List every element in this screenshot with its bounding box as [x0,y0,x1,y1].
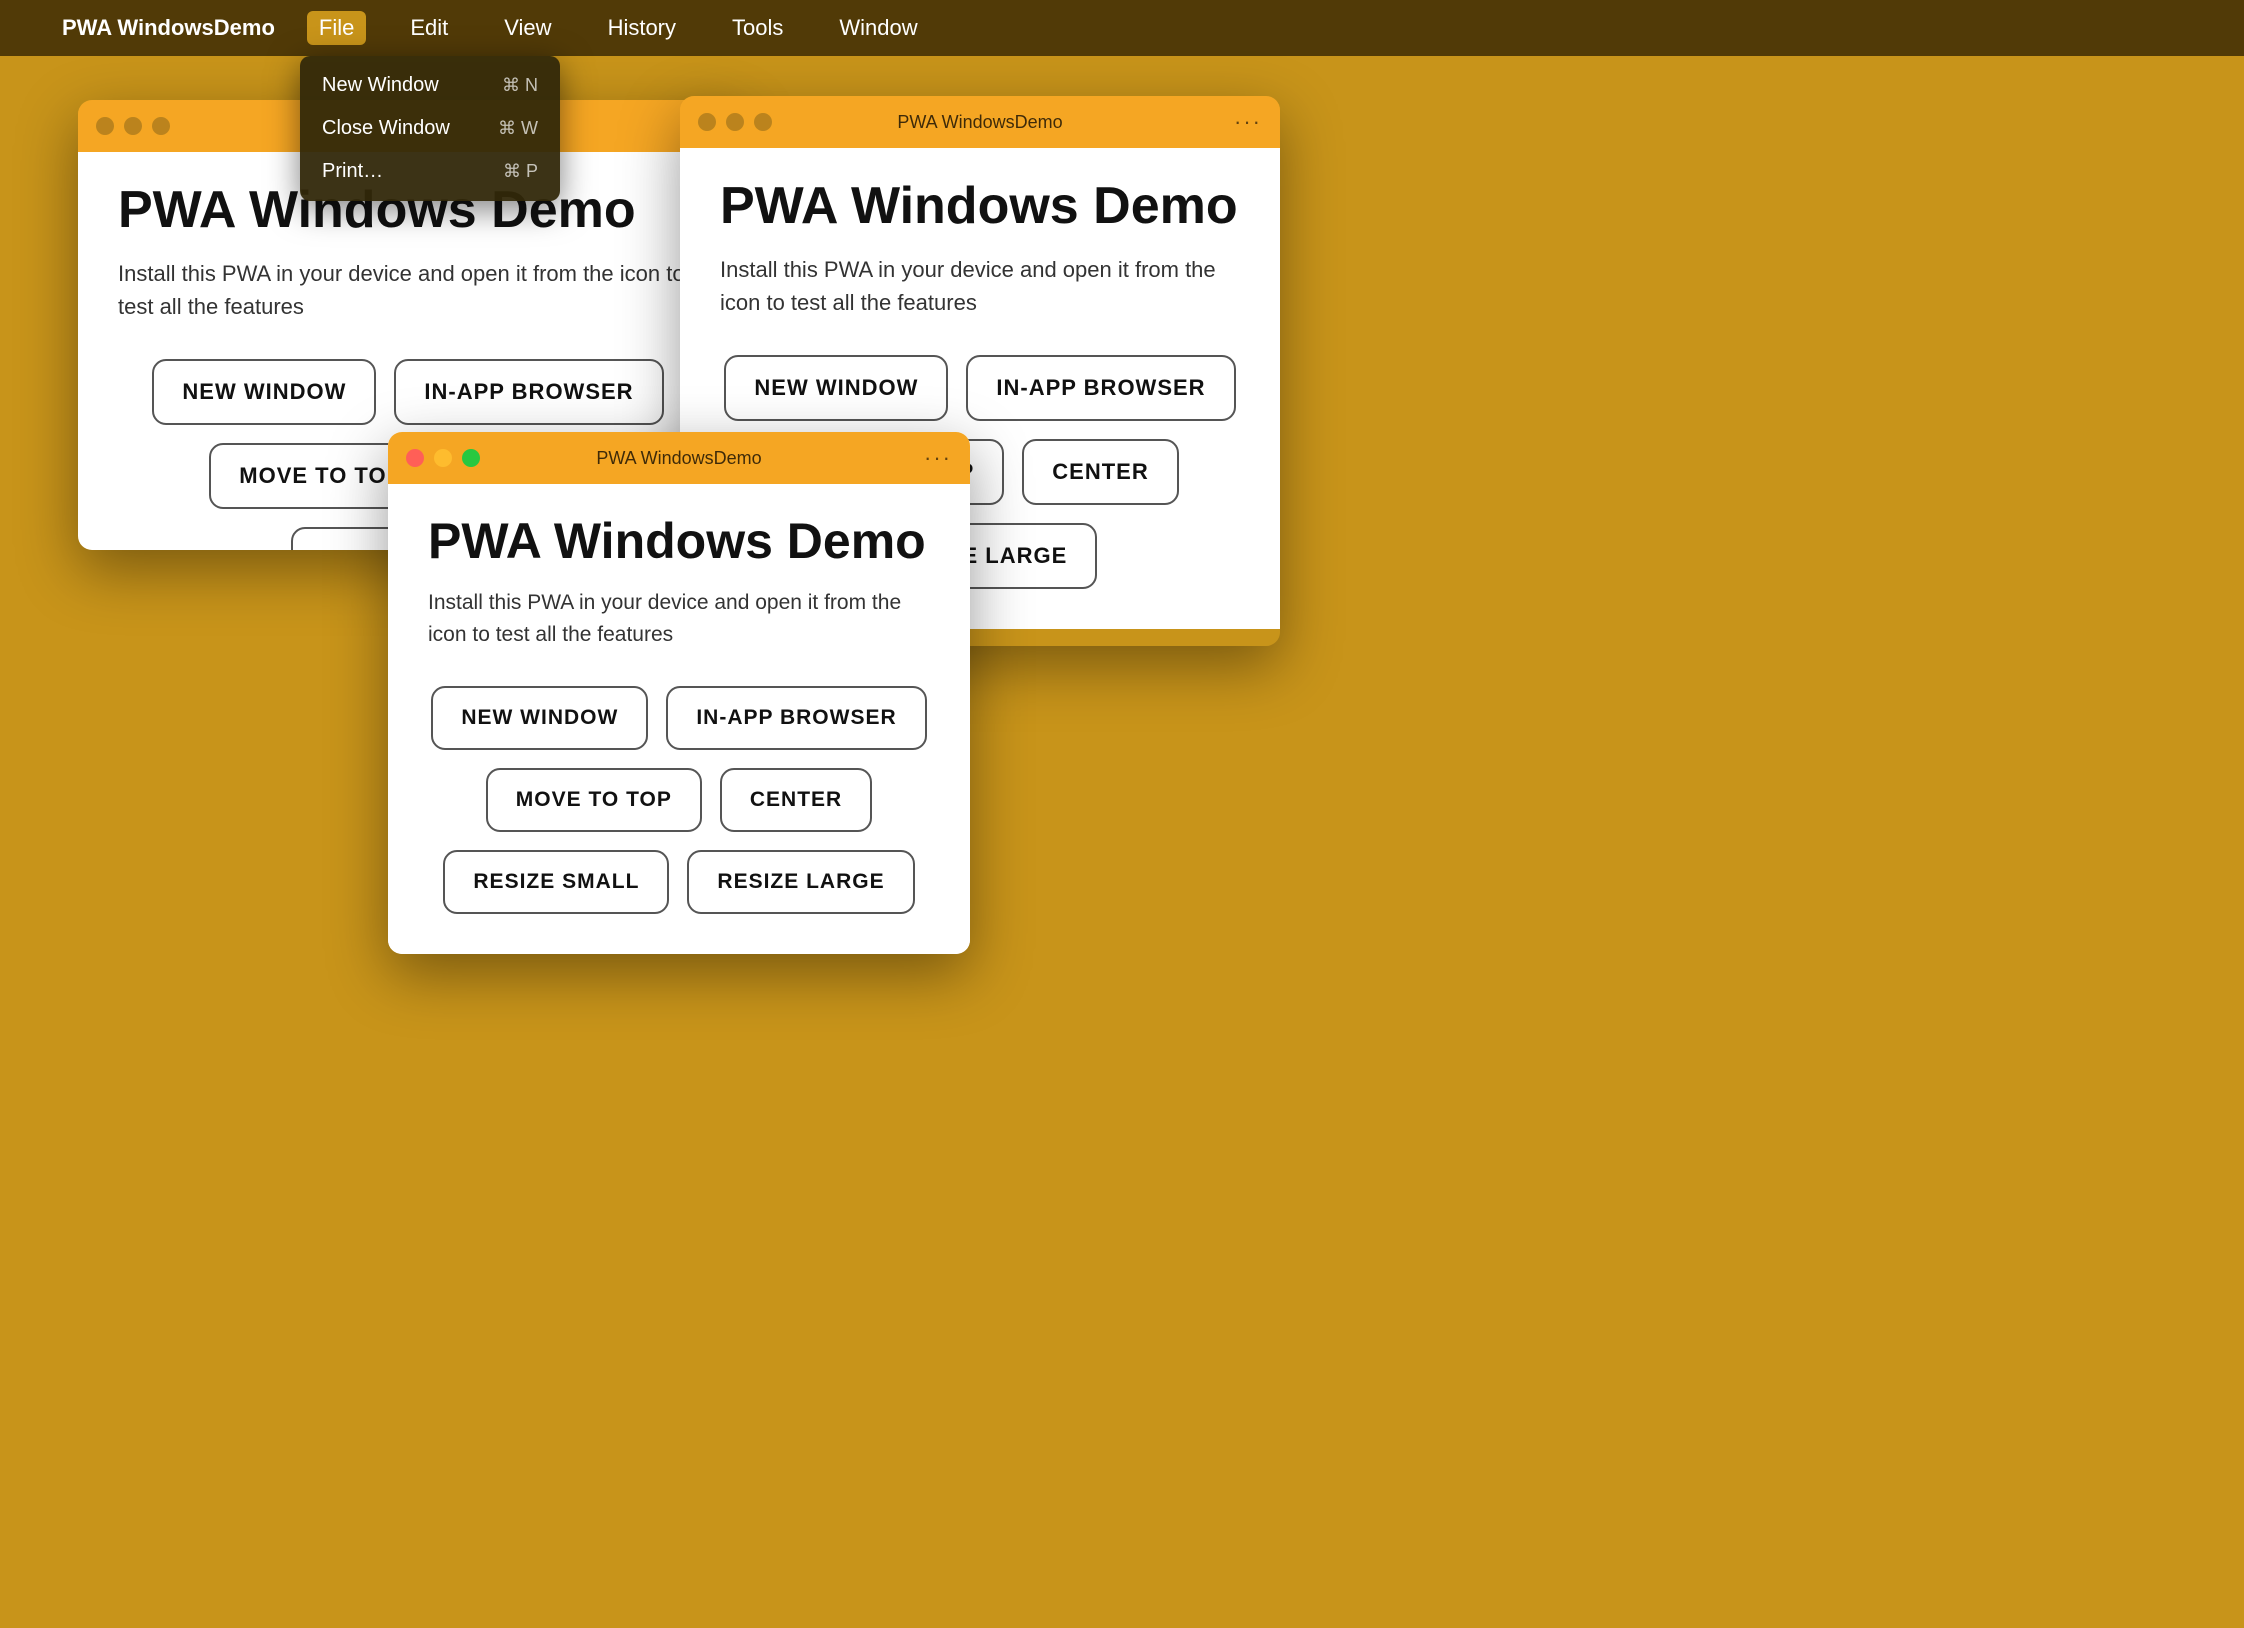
close-window-shortcut: ⌘ W [498,118,538,139]
button-grid-3: NEW WINDOW IN-APP BROWSER MOVE TO TOP CE… [428,686,930,914]
window-title-3: PWA WindowsDemo [596,448,761,469]
close-window-label: Close Window [322,117,450,140]
dot-green-1[interactable] [152,117,170,135]
window-more-2[interactable]: ··· [1234,109,1262,135]
button-row-3-2: MOVE TO TOP CENTER [428,768,930,832]
btn-new-window-1[interactable]: NEW WINDOW [152,359,376,425]
titlebar-3: PWA WindowsDemo ··· [388,432,970,484]
window-more-3[interactable]: ··· [924,445,952,471]
window-dots-2 [698,113,772,131]
file-dropdown-menu: New Window ⌘ N Close Window ⌘ W Print… ⌘… [300,56,560,201]
btn-in-app-browser-1[interactable]: IN-APP BROWSER [394,359,663,425]
menu-item-new-window[interactable]: New Window ⌘ N [300,64,560,107]
menu-item-print[interactable]: Print… ⌘ P [300,150,560,193]
window-title-2: PWA WindowsDemo [897,112,1062,133]
btn-center-3[interactable]: CENTER [720,768,872,832]
btn-new-window-2[interactable]: NEW WINDOW [724,355,948,421]
pwa-description-1: Install this PWA in your device and open… [118,257,698,323]
btn-resize-large-3[interactable]: RESIZE LARGE [687,850,914,914]
btn-in-app-browser-3[interactable]: IN-APP BROWSER [666,686,926,750]
menu-history[interactable]: History [596,11,688,45]
pwa-window-3: PWA WindowsDemo ··· PWA Windows Demo Ins… [388,432,970,954]
button-row-1-1: NEW WINDOW IN-APP BROWSER [118,359,698,425]
dot-red-1[interactable] [96,117,114,135]
button-row-3-1: NEW WINDOW IN-APP BROWSER [428,686,930,750]
new-window-shortcut: ⌘ N [502,75,538,96]
print-label: Print… [322,160,383,183]
dot-green-2[interactable] [754,113,772,131]
titlebar-2: PWA WindowsDemo ··· [680,96,1280,148]
btn-in-app-browser-2[interactable]: IN-APP BROWSER [966,355,1235,421]
window-dots-3 [406,449,480,467]
btn-new-window-3[interactable]: NEW WINDOW [431,686,648,750]
window-dots-1 [96,117,170,135]
dot-yellow-1[interactable] [124,117,142,135]
dot-red-3[interactable] [406,449,424,467]
new-window-label: New Window [322,74,439,97]
pwa-description-2: Install this PWA in your device and open… [720,253,1240,319]
print-shortcut: ⌘ P [503,161,538,182]
btn-center-2[interactable]: CENTER [1022,439,1178,505]
dot-red-2[interactable] [698,113,716,131]
pwa-heading-2: PWA Windows Demo [720,178,1240,235]
pwa-heading-3: PWA Windows Demo [428,514,930,569]
menu-edit[interactable]: Edit [398,11,460,45]
pwa-description-3: Install this PWA in your device and open… [428,587,930,650]
menu-window[interactable]: Window [827,11,929,45]
dot-yellow-2[interactable] [726,113,744,131]
menu-file[interactable]: File [307,11,366,45]
button-row-2-1: NEW WINDOW IN-APP BROWSER [720,355,1240,421]
menu-view[interactable]: View [492,11,563,45]
menu-tools[interactable]: Tools [720,11,795,45]
button-row-3-3: RESIZE SMALL RESIZE LARGE [428,850,930,914]
btn-move-to-top-3[interactable]: MOVE TO TOP [486,768,702,832]
dot-yellow-3[interactable] [434,449,452,467]
btn-resize-small-3[interactable]: RESIZE SMALL [443,850,669,914]
window-content-3: PWA Windows Demo Install this PWA in you… [388,484,970,954]
dot-green-3[interactable] [462,449,480,467]
app-name: PWA WindowsDemo [62,15,275,41]
menubar: PWA WindowsDemo File Edit View History T… [0,0,2244,56]
menu-item-close-window[interactable]: Close Window ⌘ W [300,107,560,150]
